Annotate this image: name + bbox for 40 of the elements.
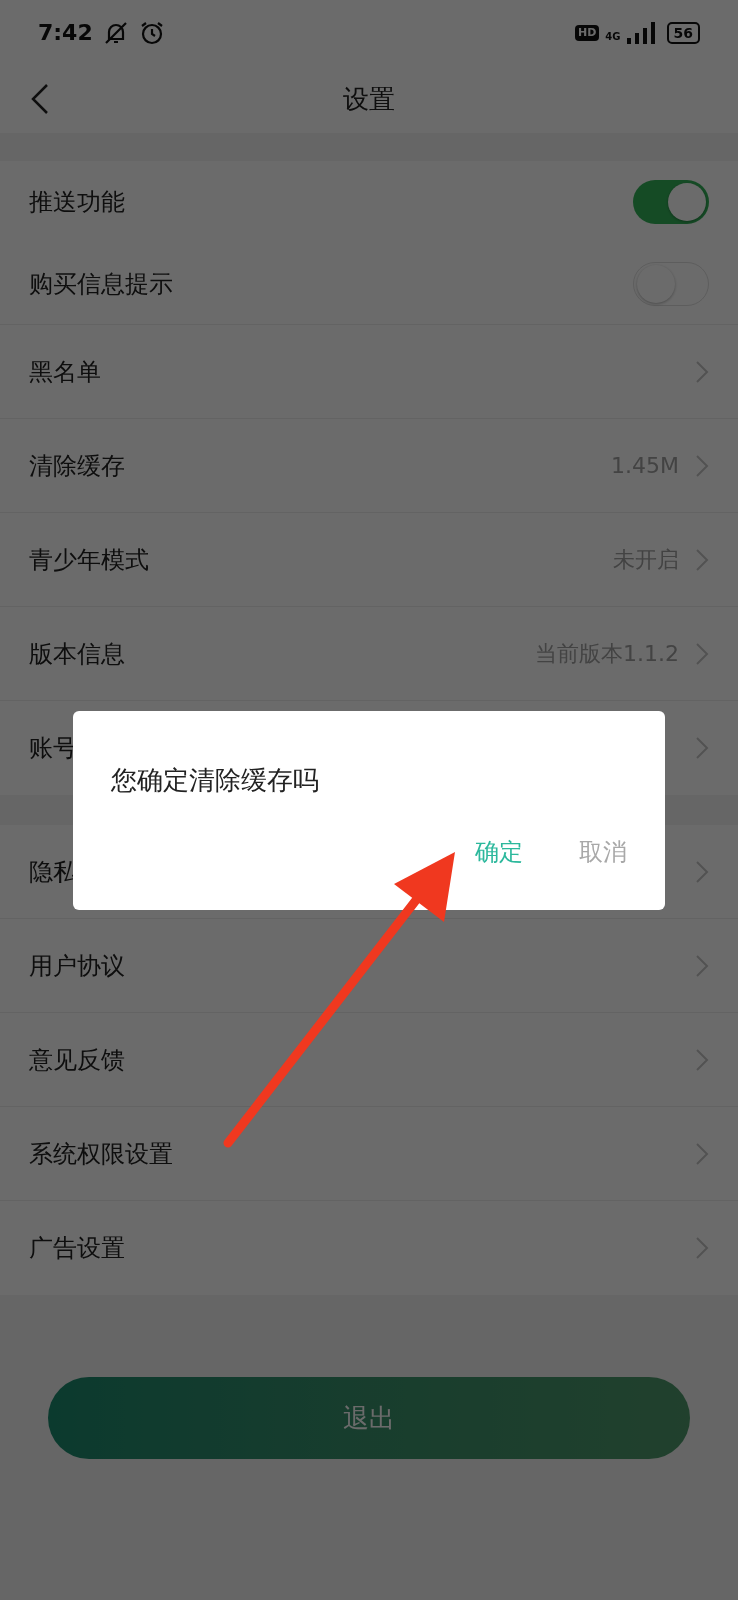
chevron-right-icon [695, 953, 709, 978]
chevron-right-icon [695, 1236, 709, 1260]
settings-row[interactable]: 购买信息提示 [0, 243, 738, 325]
clock-time: 7:42 [38, 19, 93, 47]
chevron-right-icon [695, 453, 709, 478]
chevron-right-icon [695, 859, 709, 884]
row-label: 账号 [29, 733, 78, 764]
row-label: 推送功能 [29, 187, 126, 218]
row-label: 系统权限设置 [29, 1138, 174, 1170]
dialog-button[interactable]: 取消 [579, 834, 627, 870]
hd-badge: HD [575, 24, 600, 41]
dialog-message: 您确定清除缓存吗 [111, 764, 320, 797]
row-label: 黑名单 [29, 356, 102, 388]
chevron-right-icon [695, 1141, 709, 1166]
page-title: 设置 [343, 82, 395, 116]
back-icon[interactable] [30, 83, 50, 115]
row-label: 用户协议 [29, 950, 126, 982]
row-label: 版本信息 [29, 638, 126, 670]
settings-row[interactable]: 用户协议 [0, 919, 738, 1013]
battery-level: 56 [666, 21, 700, 44]
settings-row[interactable]: 黑名单 [0, 325, 738, 419]
chevron-right-icon [695, 641, 709, 666]
dialog-button[interactable]: 确定 [475, 834, 523, 870]
row-label: 广告设置 [29, 1233, 126, 1264]
row-label: 购买信息提示 [29, 268, 174, 300]
toggle-switch[interactable] [633, 180, 709, 224]
settings-row[interactable]: 系统权限设置 [0, 1107, 738, 1201]
settings-row[interactable]: 广告设置 [0, 1201, 738, 1295]
row-label: 清除缓存 [29, 450, 126, 482]
chevron-right-icon [695, 359, 709, 384]
settings-row[interactable]: 意见反馈 [0, 1013, 738, 1107]
settings-row[interactable]: 推送功能 [0, 161, 738, 243]
network-type: 4G [605, 30, 621, 44]
signal-icon [626, 21, 657, 44]
row-label: 青少年模式 [29, 544, 150, 576]
chevron-right-icon [695, 1047, 709, 1072]
exit-button[interactable]: 退出 [48, 1377, 690, 1459]
chevron-right-icon [695, 547, 709, 572]
chevron-right-icon [695, 736, 709, 760]
row-label: 意见反馈 [29, 1044, 126, 1076]
